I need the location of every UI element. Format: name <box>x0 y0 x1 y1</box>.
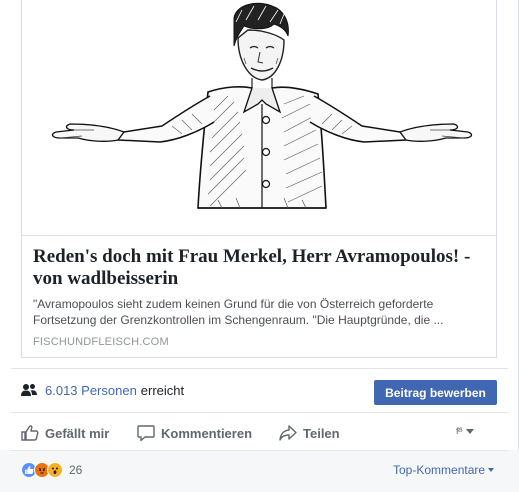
thumbs-up-icon <box>21 425 39 441</box>
like-button[interactable]: Gefällt mir <box>21 418 109 448</box>
audience-selector[interactable]: f²³ <box>456 426 474 436</box>
reach-suffix: erreicht <box>140 382 185 398</box>
like-label: Gefällt mir <box>45 425 110 441</box>
divider <box>11 450 508 451</box>
chevron-down-icon <box>465 428 474 434</box>
audience-icon: f²³ <box>456 426 462 436</box>
reaction-count: 26 <box>69 463 83 477</box>
comment-sort-label: Top-Kommentare <box>393 463 486 477</box>
boost-post-button[interactable]: Beitrag bewerben <box>374 380 497 405</box>
link-preview-card[interactable]: Reden's doch mit Frau Merkel, Herr Avram… <box>21 0 497 358</box>
post: Reden's doch mit Frau Merkel, Herr Avram… <box>0 0 519 492</box>
comment-sort-dropdown[interactable]: Top-Kommentare <box>393 463 495 477</box>
reach-count-link[interactable]: 6.013 Personen <box>45 383 137 398</box>
comment-icon <box>137 425 155 442</box>
action-bar: Gefällt mir Kommentieren Teilen f²³ <box>0 418 519 448</box>
illustration-sketch <box>51 2 473 209</box>
comments-bar: 26 Top-Kommentare <box>0 450 519 492</box>
comment-button[interactable]: Kommentieren <box>137 418 252 448</box>
link-domain: FISCHUNDFLEISCH.COM <box>33 336 169 348</box>
share-label: Teilen <box>303 425 340 441</box>
reach-info: 6.013 Personen erreicht <box>21 381 184 399</box>
share-icon <box>279 425 297 441</box>
divider <box>11 412 508 413</box>
chevron-down-icon <box>488 468 495 472</box>
wow-reaction-icon <box>47 462 63 478</box>
comment-label: Kommentieren <box>161 425 253 441</box>
people-icon <box>21 384 37 396</box>
link-description: "Avramopoulos sieht zudem keinen Grund f… <box>33 297 444 327</box>
divider <box>11 368 508 369</box>
link-preview-image[interactable] <box>22 0 496 236</box>
link-title[interactable]: Reden's doch mit Frau Merkel, Herr Avram… <box>33 246 488 290</box>
reactions-summary[interactable]: 26 <box>21 462 82 478</box>
share-button[interactable]: Teilen <box>279 418 340 448</box>
